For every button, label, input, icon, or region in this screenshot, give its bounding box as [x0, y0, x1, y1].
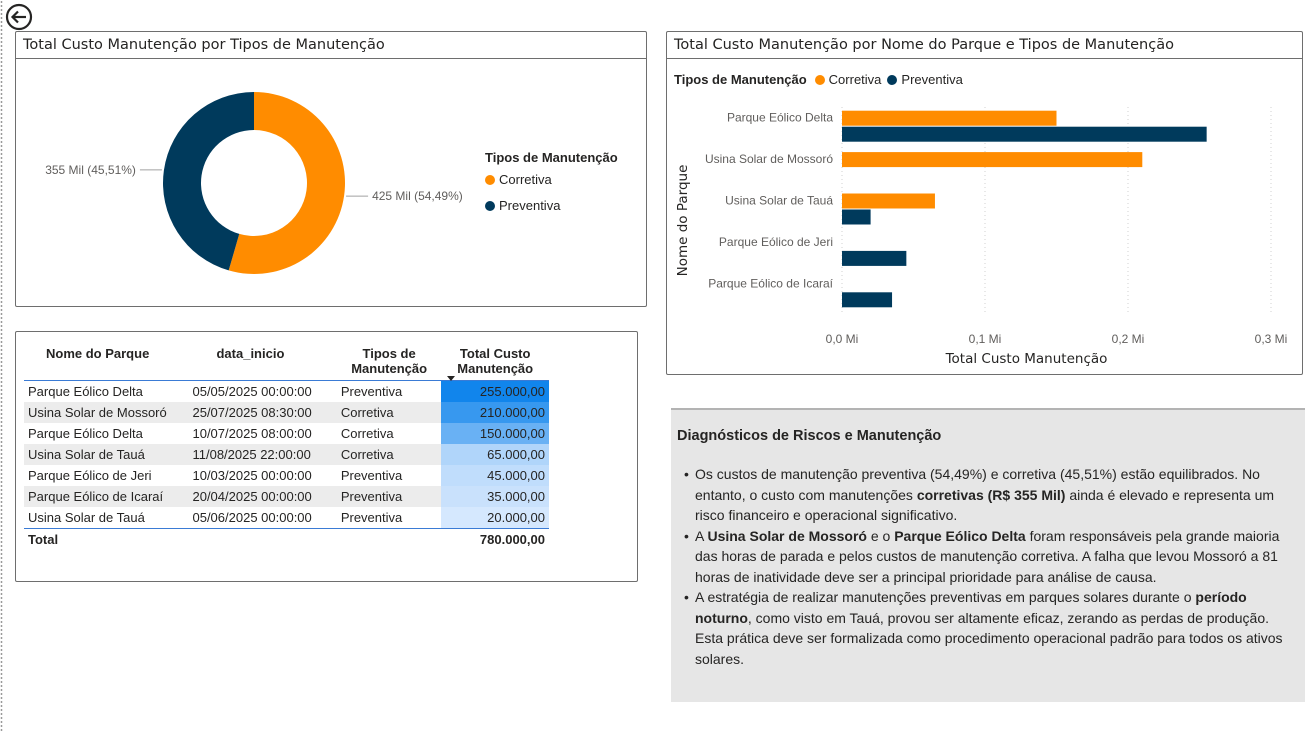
cell-tipo-manutencao: Corretiva [336, 402, 442, 423]
bullet-icon: • [684, 589, 689, 605]
diag-bold-text: Usina Solar de Mossoró [707, 527, 867, 544]
cell-total-custo: 210.000,00 [441, 402, 549, 423]
y-tick-label: Parque Eólico de Jeri [719, 235, 833, 249]
x-tick-label: 0,0 Mi [826, 332, 859, 346]
donut-data-label: 355 Mil (45,51%) [45, 163, 136, 177]
bar-chart[interactable]: 0,0 Mi 0,1 Mi 0,2 Mi 0,3 Mi Total Custo Manu… [667, 59, 1302, 373]
cell-data-inicio: 11/08/2025 22:00:00 [188, 444, 337, 465]
page-left-border [0, 0, 3, 733]
diagnostics-item-1: • Os custos de manutenção preventiva (54… [681, 464, 1299, 526]
cell-tipo-manutencao: Preventiva [340, 510, 403, 525]
cell-nome-do-parque: Usina Solar de Mossoró [24, 402, 189, 423]
table-row[interactable]: Usina Solar de Tauá 05/06/2025 00:00:00 Pr… [24, 507, 549, 529]
bullet-icon: • [684, 527, 689, 544]
legend-dot-corretiva [485, 174, 495, 185]
table-row[interactable]: Usina Solar de Mossoró 25/07/2025 08:30:0… [24, 402, 549, 423]
cell-nome-do-parque: Parque Eólico de Icaraí [24, 486, 189, 507]
diag-bold-text: Parque Eólico Delta [894, 527, 1026, 544]
diagnostics-item-3: • A estratégia de realizar manutenções pr… [681, 587, 1299, 669]
y-tick-label: Parque Eólico Delta [727, 111, 833, 125]
bar-preventiva[interactable] [842, 292, 893, 308]
total-empty-cell [188, 528, 337, 550]
cell-tipo-manutencao: Preventiva [336, 486, 442, 507]
cell-total-custo: 255.000,00 [441, 380, 549, 402]
x-tick-label: 0,3 Mi [1255, 332, 1288, 346]
table-total-row: Total 780.000,00 [24, 528, 549, 550]
table-row[interactable]: Parque Eólico Delta 10/07/2025 08:00:00 Co… [24, 423, 549, 444]
bar-corretiva[interactable] [842, 110, 1057, 126]
table-panel[interactable]: Nome do Parque data_inicio Tipos de Manu… [15, 331, 638, 582]
diag-text: e o [866, 527, 895, 544]
cell-data-inicio: 10/07/2025 08:00:00 [192, 426, 312, 441]
legend-item-preventiva[interactable]: Preventiva [485, 198, 560, 213]
cell-nome-do-parque: Parque Eólico Delta [28, 384, 143, 399]
y-tick-label: Parque Eólico de Icaraí [708, 276, 833, 290]
total-label: Total [24, 528, 189, 550]
header-nome-do-parque[interactable]: Nome do Parque [24, 332, 189, 381]
cell-total-custo: 150.000,00 [441, 423, 549, 444]
table-body: Parque Eólico Delta 05/05/2025 00:00:00 Pr… [24, 380, 549, 550]
maintenance-table: Nome do Parque data_inicio Tipos de Manu… [24, 332, 549, 550]
arrow-left-circle-icon[interactable] [5, 3, 33, 31]
bar-preventiva[interactable] [842, 209, 871, 225]
cell-tipo-manutencao: Corretiva [340, 426, 394, 441]
y-tick-label: Usina Solar de Tauá [725, 194, 833, 208]
cell-nome-do-parque: Usina Solar de Tauá [28, 510, 145, 525]
total-empty-cell [336, 528, 442, 550]
cell-nome-do-parque: Parque Eólico Delta [28, 426, 143, 441]
donut-data-label: 425 Mil (54,49%) [372, 189, 463, 203]
legend-dot-preventiva [485, 200, 495, 211]
table-row[interactable]: Parque Eólico de Icaraí 20/04/2025 00:00:… [24, 486, 549, 507]
sort-desc-icon[interactable] [447, 376, 456, 381]
x-tick-label: 0,2 Mi [1112, 332, 1145, 346]
cell-nome-do-parque: Usina Solar de Tauá [24, 444, 189, 465]
cell-data-inicio: 25/07/2025 08:30:00 [188, 402, 337, 423]
table-row[interactable]: Parque Eólico Delta 05/05/2025 00:00:00 Pr… [24, 380, 549, 402]
bar-preventiva[interactable] [842, 126, 1207, 142]
diag-text: , como visto em Tauá, provou ser altamen… [695, 609, 1283, 667]
cell-tipo-manutencao: Preventiva [340, 468, 403, 483]
table-row[interactable]: Usina Solar de Tauá 11/08/2025 22:00:00 Co… [24, 444, 549, 465]
diag-text: A [695, 527, 708, 544]
y-axis-title: Nome do Parque [675, 165, 691, 277]
donut-chart-panel[interactable]: Total Custo Manutenção por Tipos de Manu… [15, 31, 647, 307]
cell-total-custo: 65.000,00 [441, 444, 549, 465]
diagnostics-list: • Os custos de manutenção preventiva (54… [681, 464, 1299, 669]
diagnostics-item-2: • A Usina Solar de Mossoró e o Parque Eól… [681, 526, 1299, 588]
bar-chart-title: Total Custo Manutenção por Nome do Parqu… [667, 32, 1302, 59]
bar-chart-panel[interactable]: Total Custo Manutenção por Nome do Parqu… [666, 31, 1303, 375]
diagnostics-title: Diagnósticos de Riscos e Manutenção [677, 428, 942, 444]
cell-total-custo: 35.000,00 [441, 486, 549, 507]
cell-total-custo: 20.000,00 [441, 507, 549, 529]
y-tick-label: Usina Solar de Mossoró [705, 152, 833, 166]
legend-label-preventiva: Preventiva [499, 198, 561, 213]
bar-corretiva[interactable] [842, 152, 1143, 168]
header-data-inicio[interactable]: data_inicio [188, 332, 337, 381]
bullet-icon: • [684, 466, 689, 482]
diag-bold-text: corretivas (R$ 355 Mil) [916, 486, 1066, 503]
header-tipos-de-manutencao[interactable]: Tipos de Manutenção [336, 332, 442, 381]
table-row[interactable]: Parque Eólico de Jeri 10/03/2025 00:00:00… [24, 465, 549, 486]
bar-corretiva[interactable] [842, 193, 935, 209]
cell-nome-do-parque: Parque Eólico de Jeri [28, 468, 152, 483]
total-value: 780.000,00 [441, 528, 549, 550]
cell-data-inicio: 05/06/2025 00:00:00 [192, 510, 312, 525]
donut-legend-title: Tipos de Manutenção [485, 150, 618, 165]
donut-chart-title: Total Custo Manutenção por Tipos de Manu… [16, 32, 646, 59]
cell-data-inicio: 10/03/2025 00:00:00 [192, 468, 312, 483]
legend-label-corretiva: Corretiva [499, 172, 552, 187]
diagnostics-textbox: Diagnósticos de Riscos e Manutenção • Os… [671, 408, 1305, 702]
cell-data-inicio: 05/05/2025 00:00:00 [192, 384, 312, 399]
x-tick-label: 0,1 Mi [969, 332, 1002, 346]
cell-tipo-manutencao: Preventiva [340, 384, 403, 399]
bar-preventiva[interactable] [842, 250, 907, 266]
x-axis-title: Total Custo Manutenção [945, 351, 1108, 367]
legend-item-corretiva[interactable]: Corretiva [485, 172, 552, 187]
header-total-custo-label: Total Custo Manutenção [457, 346, 534, 376]
diag-text: A estratégia de realizar manutenções pre… [695, 589, 1196, 605]
cell-total-custo: 45.000,00 [441, 465, 549, 486]
header-total-custo[interactable]: Total Custo Manutenção [441, 332, 549, 381]
cell-tipo-manutencao: Corretiva [336, 444, 442, 465]
cell-data-inicio: 20/04/2025 00:00:00 [188, 486, 337, 507]
